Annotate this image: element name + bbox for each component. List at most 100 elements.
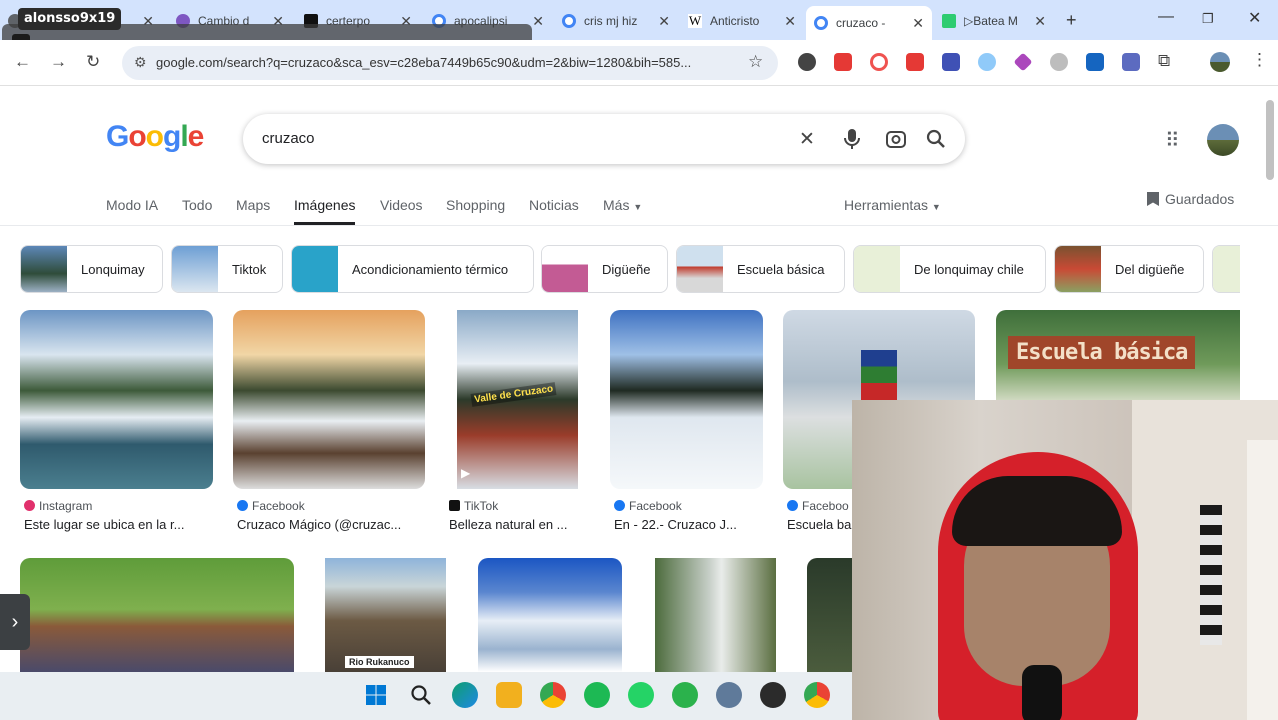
google-lens-icon[interactable] [885,128,907,150]
extension-icon[interactable] [1086,53,1104,71]
result-caption[interactable]: Belleza natural en ... [449,517,589,532]
webcam-person-hair [952,476,1122,546]
microphone-icon[interactable] [843,127,861,151]
page-scrollbar[interactable] [1266,100,1274,180]
result-caption[interactable]: En - 22.- Cruzaco J... [614,517,764,532]
extension-icon[interactable] [834,53,852,71]
tab-noticias[interactable]: Noticias [529,197,579,213]
result-caption[interactable]: Escuela ba [787,517,852,532]
result-source[interactable]: Facebook [237,499,305,513]
extension-icon[interactable] [870,53,888,71]
windows-start-icon[interactable] [363,682,389,708]
bookmark-star-icon[interactable]: ☆ [748,52,763,72]
chrome-profile-icon[interactable] [804,682,830,708]
url-text[interactable]: google.com/search?q=cruzaco&sca_esv=c28e… [156,55,736,70]
result-source[interactable]: Faceboo [787,499,849,513]
saved-button[interactable]: Guardados [1147,191,1234,207]
source-label: Instagram [39,499,93,513]
new-tab-button[interactable]: + [1066,10,1077,31]
chip-partial[interactable] [1212,245,1240,293]
result-image[interactable] [20,310,213,489]
tools-button[interactable]: Herramientas ▼ [844,197,941,213]
tab-todo[interactable]: Todo [182,197,212,213]
close-tab-icon[interactable]: ✕ [658,13,670,30]
profile-avatar-icon[interactable] [1210,52,1230,72]
extension-icon[interactable] [1050,53,1068,71]
browser-tab-active[interactable]: cruzaco - ✕ [806,6,932,40]
chip-tiktok[interactable]: Tiktok [171,245,283,293]
site-info-icon[interactable]: ⚙ [134,54,147,71]
chip-thumbnail [21,246,67,292]
restore-icon[interactable]: ❐ [1202,11,1214,27]
tab-modo-ia[interactable]: Modo IA [106,197,158,213]
result-caption[interactable]: Este lugar se ubica en la r... [24,517,214,532]
result-image[interactable] [233,310,425,489]
search-icon[interactable] [925,128,947,150]
result-image[interactable] [478,558,622,672]
file-explorer-icon[interactable] [496,682,522,708]
account-avatar[interactable] [1207,124,1239,156]
search-icon[interactable] [408,682,434,708]
extension-icon[interactable] [1013,52,1033,72]
tab-maps[interactable]: Maps [236,197,270,213]
extension-icon[interactable] [942,53,960,71]
tab-mas[interactable]: Más ▼ [603,197,642,213]
chip-lonquimay-chile[interactable]: De lonquimay chile [853,245,1046,293]
close-tab-icon[interactable]: ✕ [912,15,924,32]
browser-tab[interactable]: ▷Batea M ✕ [934,8,1054,34]
result-source[interactable]: Instagram [24,499,92,513]
extension-icon[interactable] [1122,53,1140,71]
google-logo[interactable]: Google [106,120,204,154]
browser-tab[interactable]: cris mj hiz ✕ [554,8,678,34]
close-window-icon[interactable]: ✕ [1248,8,1261,28]
menu-kebab-icon[interactable]: ⋮ [1251,50,1268,70]
chip-del-diguene[interactable]: Del digüeñe [1054,245,1204,293]
result-image[interactable]: Rio Rukanuco [325,558,446,672]
result-image[interactable] [20,558,294,672]
tab-shopping[interactable]: Shopping [446,197,505,213]
tab-videos[interactable]: Videos [380,197,423,213]
reload-icon[interactable]: ↻ [86,52,100,72]
download-extension-icon[interactable] [906,53,924,71]
result-image[interactable]: Escuela básica [996,310,1240,400]
chip-thumbnail [1055,246,1101,292]
spotify-icon[interactable] [584,682,610,708]
close-tab-icon[interactable]: ✕ [784,13,796,30]
tab-imagenes[interactable]: Imágenes [294,197,355,213]
result-caption[interactable]: Cruzaco Mágico (@cruzac... [237,517,425,532]
minimize-icon[interactable]: — [1158,8,1174,26]
extension-icon[interactable] [978,53,996,71]
extensions-puzzle-icon[interactable]: ⧉ [1158,51,1170,71]
chip-diguene[interactable]: Digüeñe [541,245,668,293]
whatsapp-icon[interactable] [628,682,654,708]
scroll-left-arrow-icon[interactable]: › [0,594,30,650]
clear-search-icon[interactable]: ✕ [799,128,815,151]
extension-icon[interactable] [798,53,816,71]
obs-studio-icon[interactable] [760,682,786,708]
result-image[interactable]: Valle de Cruzaco ▶ [457,310,578,489]
chip-lonquimay[interactable]: Lonquimay [20,245,163,293]
browser-tab[interactable]: W Anticristo ✕ [680,8,804,34]
edge-browser-icon[interactable] [452,682,478,708]
address-bar[interactable]: ⚙ google.com/search?q=cruzaco&sca_esv=c2… [122,46,778,80]
close-tab-icon[interactable]: ✕ [532,13,544,30]
forward-icon[interactable]: → [50,52,67,72]
chip-thumbnail [1213,246,1240,292]
chip-acondicionamiento[interactable]: Acondicionamiento térmico [291,245,534,293]
chip-escuela-basica[interactable]: Escuela básica [676,245,845,293]
result-image[interactable] [807,558,853,672]
owl-app-icon[interactable] [672,682,698,708]
result-image[interactable] [610,310,763,489]
google-apps-grid-icon[interactable]: ⠿ [1165,128,1180,153]
back-icon[interactable]: ← [14,52,31,72]
settings-gear-icon[interactable] [716,682,742,708]
close-tab-icon[interactable]: ✕ [1034,13,1046,30]
result-source[interactable]: Facebook [614,499,682,513]
google-favicon-icon [562,14,576,28]
chip-thumbnail [677,246,723,292]
chrome-icon[interactable] [540,682,566,708]
search-box[interactable]: cruzaco ✕ [243,114,965,164]
result-source[interactable]: TikTok [449,499,498,513]
result-image[interactable] [655,558,776,672]
search-input[interactable]: cruzaco [262,130,315,147]
